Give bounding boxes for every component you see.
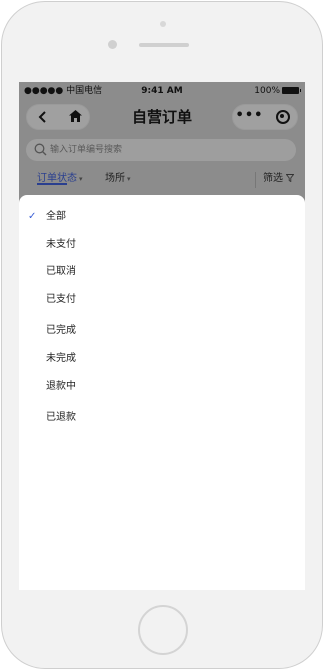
check-icon: ✓	[28, 211, 37, 222]
tab-venue-label: 场所	[105, 173, 125, 184]
navigation-bar: 自营订单 •••	[19, 102, 305, 132]
filter-bar: 订单状态 ▾ 场所 ▾ 筛选	[19, 168, 305, 194]
battery-status: 100%	[254, 82, 301, 100]
chevron-down-icon: ▾	[127, 175, 131, 183]
close-button[interactable]	[266, 105, 299, 129]
option-refunding[interactable]: 退款中	[19, 376, 305, 398]
option-label: 已取消	[46, 266, 76, 277]
option-label: 已支付	[46, 294, 76, 305]
option-unpaid[interactable]: 未支付	[19, 234, 305, 256]
target-icon-center	[280, 114, 284, 118]
front-camera	[108, 40, 117, 49]
speaker-grille	[139, 43, 189, 47]
chevron-down-icon: ▾	[79, 175, 83, 183]
tab-order-status[interactable]: 订单状态 ▾	[37, 168, 83, 192]
option-cancelled[interactable]: 已取消	[19, 261, 305, 283]
option-paid[interactable]: 已支付	[19, 289, 305, 311]
home-hardware-button[interactable]	[138, 605, 188, 655]
option-completed[interactable]: 已完成	[19, 320, 305, 342]
filter-button[interactable]: 筛选	[263, 168, 295, 192]
more-button[interactable]: •••	[233, 105, 266, 129]
option-refunded[interactable]: 已退款	[19, 407, 305, 429]
battery-icon	[282, 87, 301, 94]
status-dropdown: ✓ 全部 未支付 已取消 已支付 已完成 未完成 退款中 已退款	[19, 195, 305, 590]
search-input[interactable]	[50, 139, 290, 161]
option-all[interactable]: ✓ 全部	[19, 206, 305, 228]
nav-right-capsule: •••	[232, 104, 298, 130]
option-label: 未支付	[46, 239, 76, 250]
divider	[255, 172, 256, 188]
app-screen: ●●●●● 中国电信 9:41 AM 100% 自营订单 ••• 订单状态▾ 场…	[19, 82, 305, 590]
home-icon	[68, 110, 82, 122]
home-nav-button[interactable]	[59, 105, 91, 129]
option-label: 已完成	[46, 325, 76, 336]
filter-button-label: 筛选	[263, 173, 283, 184]
option-label: 已退款	[46, 412, 76, 423]
search-icon	[34, 143, 47, 156]
option-label: 退款中	[46, 381, 76, 392]
page-title: 自营订单	[131, 108, 192, 126]
nav-left-capsule	[26, 104, 90, 130]
option-label: 未完成	[46, 353, 76, 364]
search-bar[interactable]	[26, 139, 296, 161]
status-bar: ●●●●● 中国电信 9:41 AM 100%	[19, 82, 305, 100]
battery-percent: 100%	[254, 86, 280, 96]
active-tab-indicator	[37, 183, 67, 185]
option-incomplete[interactable]: 未完成	[19, 348, 305, 370]
tab-venue[interactable]: 场所 ▾	[105, 168, 131, 192]
camera-dot	[160, 21, 166, 27]
chevron-left-icon	[38, 111, 46, 123]
option-label: 全部	[46, 211, 66, 222]
funnel-icon	[285, 174, 295, 183]
back-button[interactable]	[27, 105, 59, 129]
